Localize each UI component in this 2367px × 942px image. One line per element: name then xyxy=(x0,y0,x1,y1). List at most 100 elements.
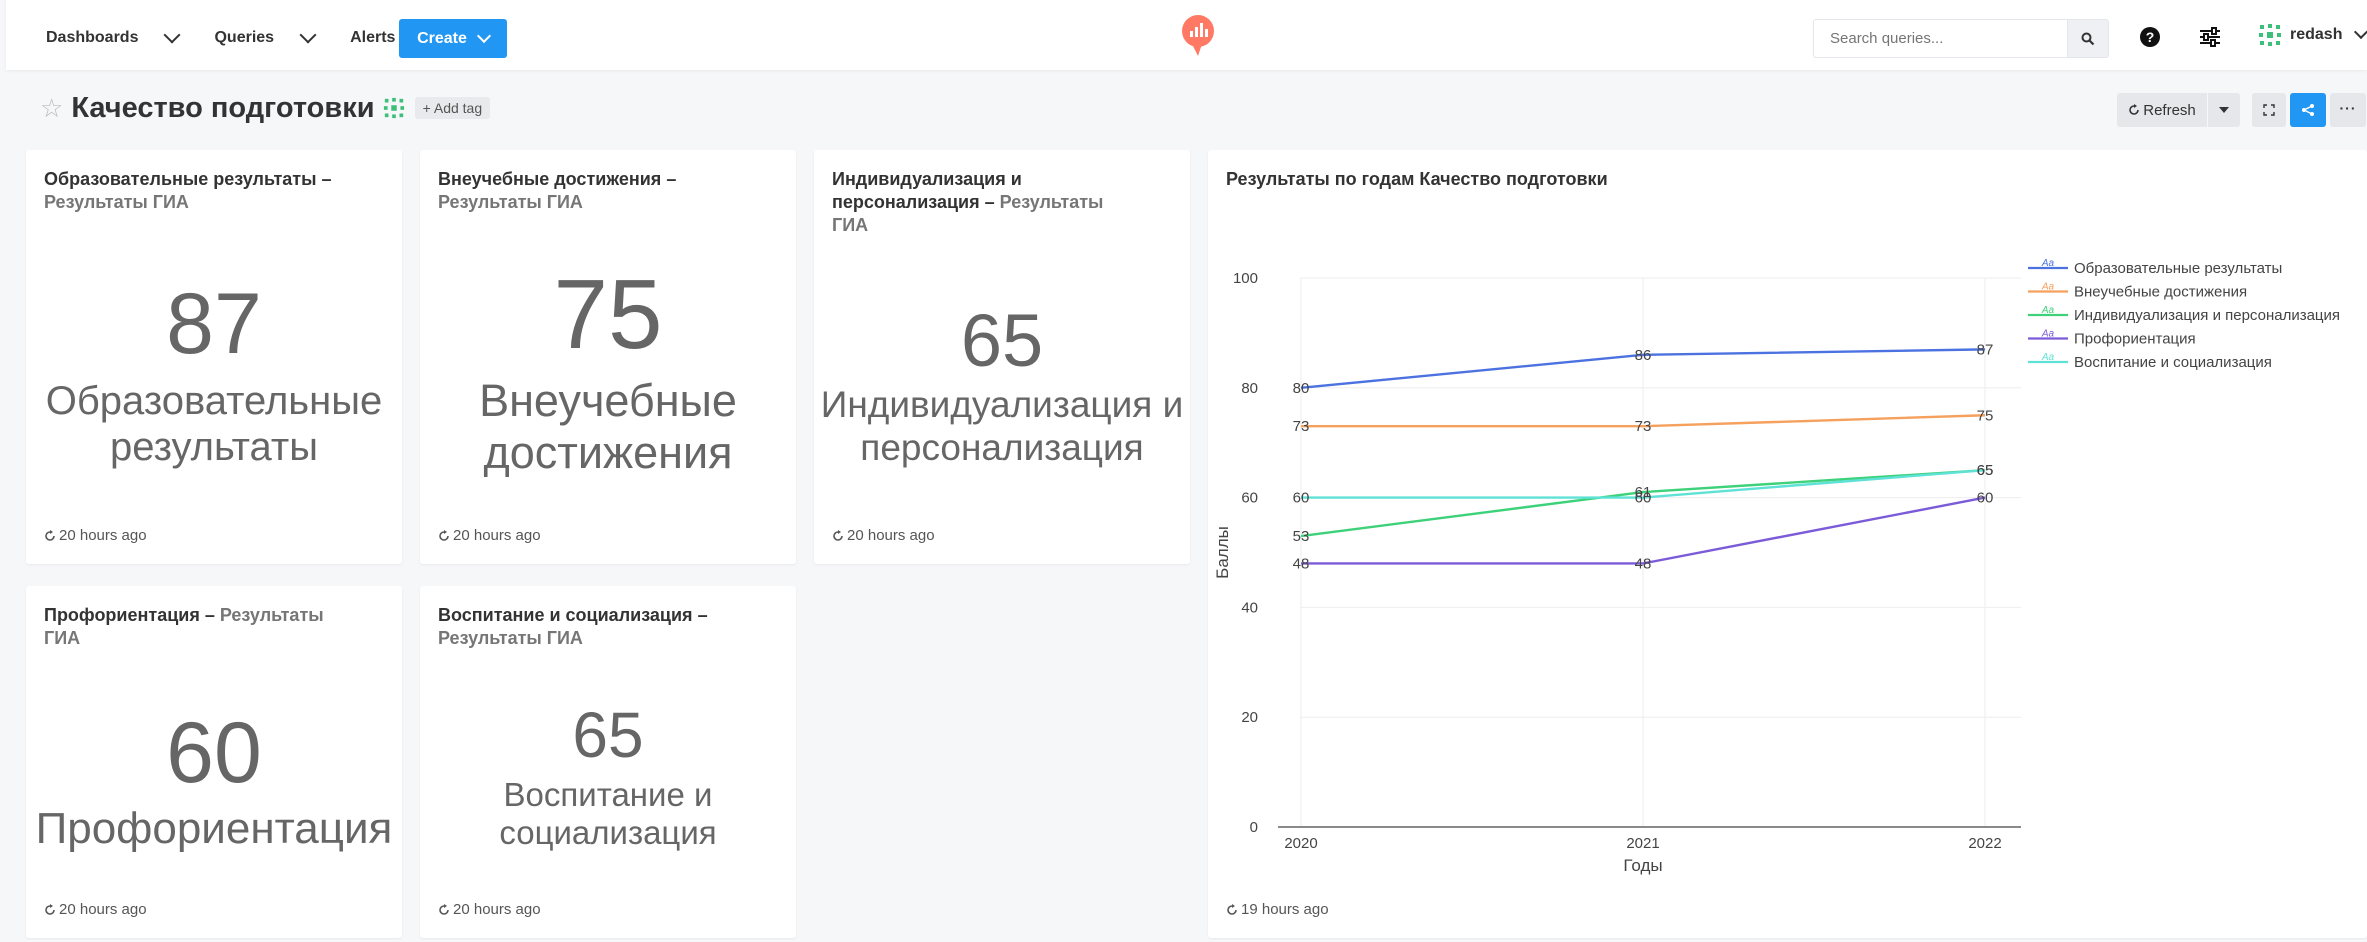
widget-title-text: Образовательные результаты xyxy=(44,169,317,189)
updated-time: 20 hours ago xyxy=(453,527,541,544)
legend-entry: Индивидуализация и персонализация xyxy=(2074,307,2340,324)
widget-footer: 20 hours ago xyxy=(44,527,147,544)
widget-footer: 19 hours ago xyxy=(1226,901,1329,918)
widget-title-text: Внеучебные достижения xyxy=(438,169,662,189)
share-button[interactable] xyxy=(2290,93,2326,127)
favorite-star-icon[interactable]: ☆ xyxy=(40,93,63,124)
search-icon xyxy=(2081,32,2095,45)
x-tick-label: 2022 xyxy=(1968,835,2001,852)
data-label: 53 xyxy=(1293,528,1310,545)
updated-time: 20 hours ago xyxy=(59,901,147,918)
data-label: 73 xyxy=(1293,418,1310,435)
chevron-down-icon xyxy=(163,26,181,44)
widget-title-text: Профориентация xyxy=(44,605,200,625)
counter-widget: Внеучебные достижения – Результаты ГИА 7… xyxy=(420,150,796,564)
top-navigation-bar: Dashboards Queries Alerts Create ? xyxy=(6,0,2367,70)
widget-title[interactable]: Внеучебные достижения – Результаты ГИА xyxy=(438,168,778,214)
widget-source: Результаты ГИА xyxy=(44,192,189,212)
chevron-down-icon xyxy=(476,28,491,43)
search-button[interactable] xyxy=(2067,19,2109,58)
redash-logo-icon[interactable] xyxy=(1180,14,1216,58)
nav-queries[interactable]: Queries xyxy=(214,26,317,47)
counter-label: Индивидуализация и персонализация xyxy=(820,384,1184,468)
share-icon xyxy=(2302,104,2314,116)
legend-marker: Aa xyxy=(2041,282,2055,293)
refresh-button[interactable]: Refresh xyxy=(2117,93,2207,127)
data-label: 86 xyxy=(1635,347,1652,364)
widget-title[interactable]: Образовательные результаты – Результаты … xyxy=(44,168,384,214)
refresh-icon[interactable] xyxy=(832,529,844,542)
updated-time: 20 hours ago xyxy=(847,527,935,544)
data-label: 60 xyxy=(1293,490,1310,507)
nav-alerts[interactable]: Alerts xyxy=(350,29,395,47)
legend-marker: Aa xyxy=(2041,329,2055,340)
data-label: 48 xyxy=(1635,555,1652,572)
create-button[interactable]: Create xyxy=(399,19,507,58)
chevron-down-icon xyxy=(2354,24,2367,40)
user-name: redash xyxy=(2290,26,2343,43)
legend-entry: Внеучебные достижения xyxy=(2074,284,2247,301)
counter-widget: Образовательные результаты – Результаты … xyxy=(26,150,402,564)
y-tick-label: 60 xyxy=(1241,490,1258,507)
refresh-icon[interactable] xyxy=(438,903,450,916)
counter-widget: Воспитание и социализация – Результаты Г… xyxy=(420,586,796,938)
y-tick-label: 80 xyxy=(1241,380,1258,397)
data-label: 48 xyxy=(1293,555,1310,572)
page-title: Качество подготовки xyxy=(71,91,375,124)
nav-dashboards-label: Dashboards xyxy=(46,29,139,46)
legend-entry: Образовательные результаты xyxy=(2074,260,2282,277)
main-nav: Dashboards Queries Alerts xyxy=(46,0,395,76)
updated-time: 19 hours ago xyxy=(1241,901,1329,918)
legend-marker: Aa xyxy=(2041,352,2055,363)
y-tick-label: 20 xyxy=(1241,709,1258,726)
more-options-button[interactable]: ··· xyxy=(2330,93,2366,127)
data-label: 73 xyxy=(1635,418,1652,435)
refresh-icon[interactable] xyxy=(438,529,450,542)
fullscreen-button[interactable] xyxy=(2252,93,2286,127)
nav-queries-label: Queries xyxy=(214,29,275,46)
x-axis-title: Годы xyxy=(1623,856,1662,875)
counter-value: 60 xyxy=(166,705,262,801)
nav-dashboards[interactable]: Dashboards xyxy=(46,26,181,47)
data-label: 75 xyxy=(1977,407,1994,424)
svg-text:?: ? xyxy=(2146,29,2155,45)
data-label: 80 xyxy=(1293,380,1310,397)
add-tag-button[interactable]: + Add tag xyxy=(414,97,491,119)
counter-value: 65 xyxy=(960,299,1044,382)
ellipsis-icon: ··· xyxy=(2339,100,2357,116)
chart-widget: Результаты по годам Качество подготовки … xyxy=(1208,150,2367,938)
counter-label: Воспитание и социализация xyxy=(499,776,717,851)
dashboard-header: ☆ Качество подготовки + Add tag xyxy=(40,88,491,128)
widget-source: Результаты ГИА xyxy=(438,628,583,648)
widget-footer: 20 hours ago xyxy=(44,901,147,918)
refresh-icon[interactable] xyxy=(44,529,56,542)
help-icon[interactable]: ? xyxy=(2139,26,2161,48)
search-input[interactable] xyxy=(1813,19,2067,58)
settings-sliders-icon[interactable] xyxy=(2199,26,2221,48)
y-tick-label: 40 xyxy=(1241,599,1258,616)
counter-value: 75 xyxy=(553,259,663,369)
widget-title[interactable]: Воспитание и социализация – Результаты Г… xyxy=(438,604,778,650)
refresh-icon[interactable] xyxy=(1226,903,1238,916)
widget-title[interactable]: Профориентация – Результаты ГИА xyxy=(44,604,332,650)
fullscreen-icon xyxy=(2263,104,2275,116)
legend-marker: Aa xyxy=(2041,305,2055,316)
refresh-options-button[interactable] xyxy=(2208,93,2240,127)
widget-title[interactable]: Индивидуализация и персонализация – Резу… xyxy=(832,168,1110,237)
widget-source: Результаты ГИА xyxy=(438,192,583,212)
legend-entry: Профориентация xyxy=(2074,331,2196,348)
y-axis-title: Баллы xyxy=(1213,526,1232,579)
widget-title-separator: – xyxy=(979,192,1000,212)
widget-title-separator: – xyxy=(661,169,677,189)
nav-alerts-label: Alerts xyxy=(350,29,396,46)
counter-widget: Профориентация – Результаты ГИА 60 Профо… xyxy=(26,586,402,938)
caret-down-icon xyxy=(2219,107,2229,113)
refresh-icon[interactable] xyxy=(44,903,56,916)
updated-time: 20 hours ago xyxy=(59,527,147,544)
y-tick-label: 0 xyxy=(1250,819,1258,836)
data-label: 60 xyxy=(1635,490,1652,507)
widget-footer: 20 hours ago xyxy=(438,527,541,544)
counter-label: Профориентация xyxy=(35,804,393,853)
user-menu[interactable]: redash xyxy=(2258,23,2367,47)
counter-label: Внеучебные достижения xyxy=(479,375,737,478)
